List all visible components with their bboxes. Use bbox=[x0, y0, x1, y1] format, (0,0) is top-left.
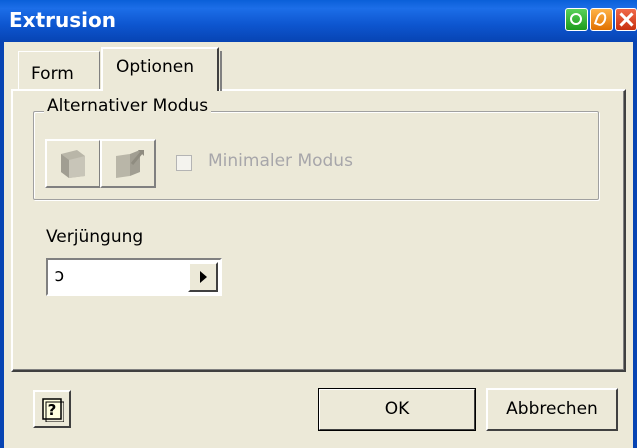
help-button[interactable]: ? bbox=[33, 390, 71, 428]
extrude-face-icon bbox=[61, 150, 85, 178]
minimal-mode-checkbox[interactable] bbox=[176, 155, 192, 171]
help-icon: ? bbox=[42, 398, 64, 422]
taper-value: ɔ bbox=[54, 265, 65, 286]
minimal-mode-label: Minimaler Modus bbox=[208, 151, 353, 171]
mode-button-1[interactable] bbox=[45, 139, 101, 188]
taper-arrow-button[interactable] bbox=[188, 262, 218, 292]
taper-label: Verjüngung bbox=[46, 227, 144, 247]
close-icon[interactable] bbox=[615, 8, 637, 31]
pin-icon[interactable] bbox=[590, 8, 613, 31]
inventor-icon[interactable] bbox=[565, 8, 588, 31]
window-frame-left bbox=[0, 42, 4, 448]
window-frame-right bbox=[633, 42, 637, 448]
svg-text:?: ? bbox=[48, 401, 57, 419]
title-bar[interactable]: Extrusion bbox=[0, 0, 637, 42]
extrude-edge-icon bbox=[116, 150, 144, 178]
tab-optionen[interactable]: Optionen bbox=[101, 47, 222, 91]
window-title: Extrusion bbox=[9, 8, 116, 32]
tab-form[interactable]: Form bbox=[18, 51, 100, 89]
mode-button-2[interactable] bbox=[100, 139, 156, 188]
ok-button[interactable]: OK bbox=[318, 388, 476, 431]
taper-input[interactable]: ɔ bbox=[46, 258, 222, 296]
cancel-button[interactable]: Abbrechen bbox=[486, 388, 618, 431]
group-label: Alternativer Modus bbox=[44, 96, 212, 116]
